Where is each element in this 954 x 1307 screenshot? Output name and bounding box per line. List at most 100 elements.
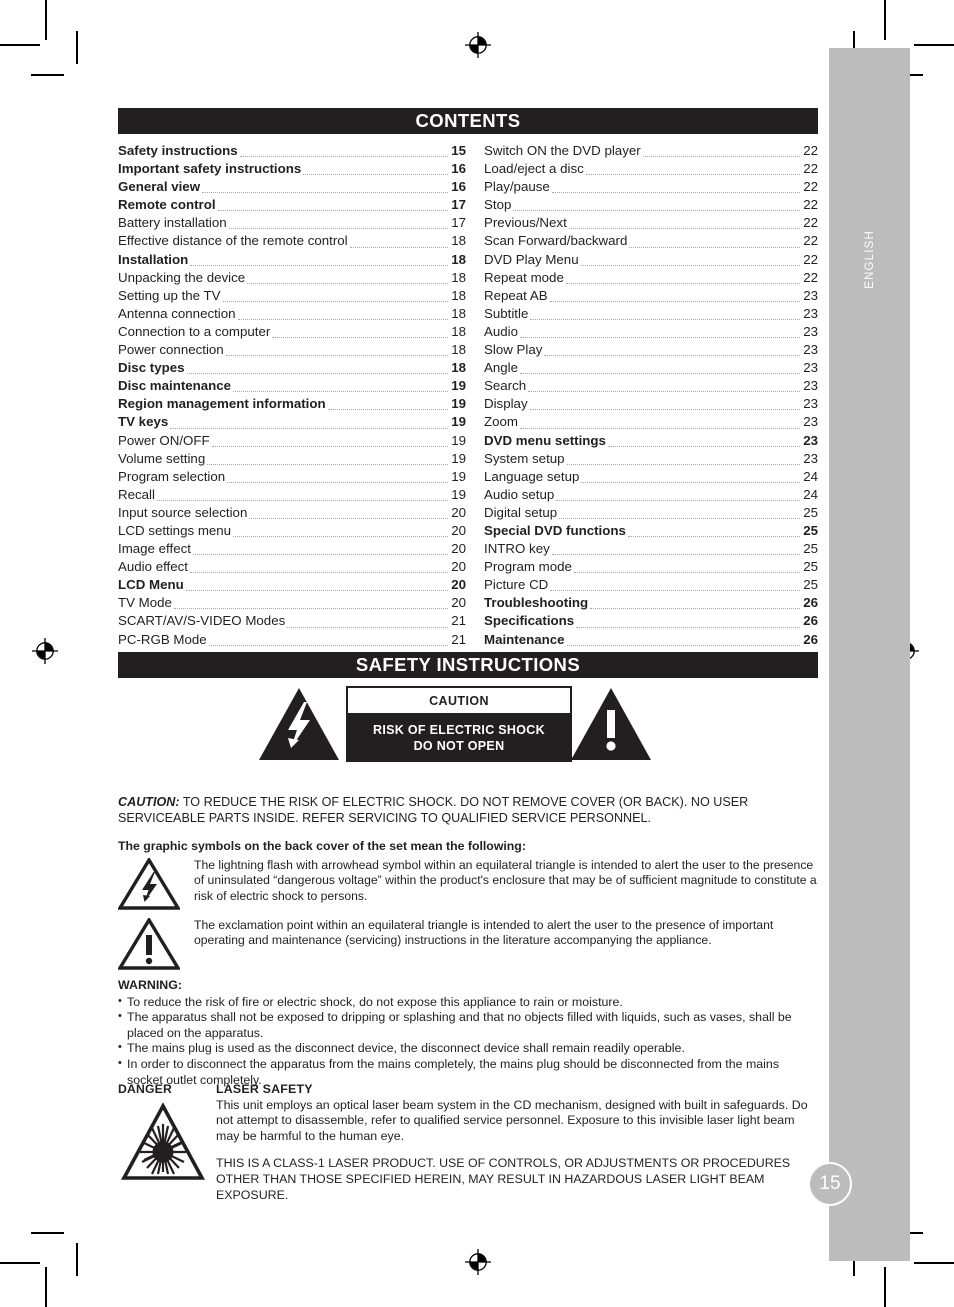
toc-entry[interactable]: Maintenance 26 [484,631,818,649]
registration-mark-top [465,32,491,58]
toc-entry[interactable]: Safety instructions 15 [118,142,466,160]
toc-entry[interactable]: Power ON/OFF 19 [118,432,466,450]
toc-entry-title: Search [484,378,527,394]
toc-entry-page: 15 [451,143,466,158]
toc-entry-title: TV Mode [118,595,172,611]
toc-entry[interactable]: Search 23 [484,377,818,395]
toc-entry-title: DVD Play Menu [484,251,579,267]
toc-entry[interactable]: Digital setup 25 [484,504,818,522]
toc-entry[interactable]: Power connection 18 [118,341,466,359]
toc-entry[interactable]: General view 16 [118,178,466,196]
toc-entry[interactable]: TV keys 19 [118,413,466,431]
toc-entry-title: Input source selection [118,504,248,520]
toc-entry[interactable]: Load/eject a disc 22 [484,160,818,178]
toc-entry-title: Switch ON the DVD player [484,143,641,158]
danger-label: DANGER [118,1082,173,1096]
toc-entry[interactable]: Audio 23 [484,323,818,341]
toc-entry-title: Special DVD functions [484,522,626,538]
toc-entry[interactable]: Disc types 18 [118,359,466,377]
toc-entry[interactable]: Region management information 19 [118,395,466,413]
toc-entry[interactable]: DVD menu settings 23 [484,432,818,450]
toc-entry[interactable]: Recall 19 [118,486,466,504]
toc-entry[interactable]: Display 23 [484,395,818,413]
toc-entry[interactable]: Special DVD functions 25 [484,522,818,540]
toc-entry[interactable]: Program selection 19 [118,468,466,486]
toc-entry[interactable]: TV Mode 20 [118,594,466,612]
toc-entry[interactable]: LCD settings menu 20 [118,522,466,540]
toc-entry[interactable]: Important safety instructions 16 [118,160,466,178]
toc-entry-page: 23 [803,305,818,321]
toc-entry[interactable]: Input source selection 20 [118,504,466,522]
toc-entry-page: 24 [803,468,818,484]
toc-entry-page: 17 [451,215,466,231]
toc-entry[interactable]: Repeat mode 22 [484,269,818,287]
toc-leader-dots [513,204,800,212]
caution-box-body: RISK OF ELECTRIC SHOCK DO NOT OPEN [348,715,570,760]
toc-entry[interactable]: Audio effect 20 [118,558,466,576]
toc-entry-title: Display [484,396,528,412]
toc-entry[interactable]: Remote control 17 [118,196,466,214]
caution-note: CAUTION: TO REDUCE THE RISK OF ELECTRIC … [118,794,818,827]
toc-entry[interactable]: Battery installation 17 [118,214,466,232]
symbol-lightning-text: The lightning flash with arrowhead symbo… [194,858,817,903]
toc-leader-dots [228,222,448,230]
toc-entry-title: Program mode [484,559,572,575]
toc-entry-title: LCD Menu [118,577,184,593]
toc-entry[interactable]: Image effect 20 [118,540,466,558]
toc-leader-dots [239,150,448,158]
toc-entry[interactable]: Antenna connection 18 [118,305,466,323]
toc-entry[interactable]: Audio setup 24 [484,486,818,504]
toc-entry[interactable]: Play/pause 22 [484,178,818,196]
toc-leader-dots [170,422,448,429]
toc-entry-page: 23 [803,360,818,376]
contents-heading-text: CONTENTS [415,110,521,131]
toc-entry[interactable]: Volume setting 19 [118,450,466,468]
toc-entry-title: Load/eject a disc [484,161,584,177]
toc-entry-title: Power connection [118,342,224,358]
toc-entry-page: 23 [803,432,818,448]
caution-box-line2: DO NOT OPEN [413,738,505,753]
toc-entry[interactable]: Unpacking the device 18 [118,269,466,287]
toc-entry-title: Digital setup [484,504,558,520]
toc-entry[interactable]: INTRO key 25 [484,540,818,558]
toc-entry[interactable]: Subtitle 23 [484,305,818,323]
toc-entry[interactable]: Effective distance of the remote control… [118,232,466,250]
toc-leader-dots [520,331,800,339]
toc-entry[interactable]: Language setup 24 [484,468,818,486]
toc-entry-title: Antenna connection [118,305,236,321]
toc-entry-page: 26 [803,595,818,611]
toc-entry-title: Region management information [118,396,326,412]
toc-entry-title: Important safety instructions [118,161,302,177]
toc-entry[interactable]: Slow Play 23 [484,341,818,359]
language-tab-label: ENGLISH [829,230,910,292]
toc-entry[interactable]: Repeat AB 23 [484,287,818,305]
crop-mark-tl-h-inner [31,74,64,76]
toc-entry[interactable]: DVD Play Menu 22 [484,251,818,269]
toc-entry[interactable]: Disc maintenance 19 [118,377,466,395]
toc-entry[interactable]: Troubleshooting 26 [484,594,818,612]
toc-entry[interactable]: SCART/AV/S-VIDEO Modes 21 [118,612,466,630]
toc-entry[interactable]: Picture CD 25 [484,576,818,594]
toc-entry[interactable]: Connection to a computer 18 [118,323,466,341]
manual-page: ENGLISH 15 CONTENTS Safety instructions 1… [0,0,954,1307]
toc-entry[interactable]: System setup 23 [484,450,818,468]
toc-entry[interactable]: Zoom 23 [484,413,818,431]
toc-entry-page: 19 [451,396,466,412]
toc-entry[interactable]: Switch ON the DVD player 22 [484,142,818,160]
toc-entry[interactable]: Specifications 26 [484,612,818,630]
toc-entry[interactable]: Stop 22 [484,196,818,214]
caution-note-text: TO REDUCE THE RISK OF ELECTRIC SHOCK. DO… [118,795,749,826]
toc-leader-dots [581,476,800,483]
toc-entry[interactable]: PC-RGB Mode 21 [118,631,466,649]
toc-entry-page: 22 [803,233,818,249]
crop-mark-br-h-outer [914,1262,954,1264]
toc-entry[interactable]: Installation 18 [118,251,466,269]
toc-entry[interactable]: Scan Forward/backward 22 [484,232,818,250]
toc-entry-page: 22 [803,251,818,267]
toc-entry[interactable]: LCD Menu 20 [118,576,466,594]
toc-entry[interactable]: Previous/Next 22 [484,214,818,232]
toc-entry[interactable]: Setting up the TV 18 [118,287,466,305]
toc-entry[interactable]: Program mode 25 [484,558,818,576]
toc-entry-page: 19 [451,450,466,466]
toc-entry[interactable]: Angle 23 [484,359,818,377]
